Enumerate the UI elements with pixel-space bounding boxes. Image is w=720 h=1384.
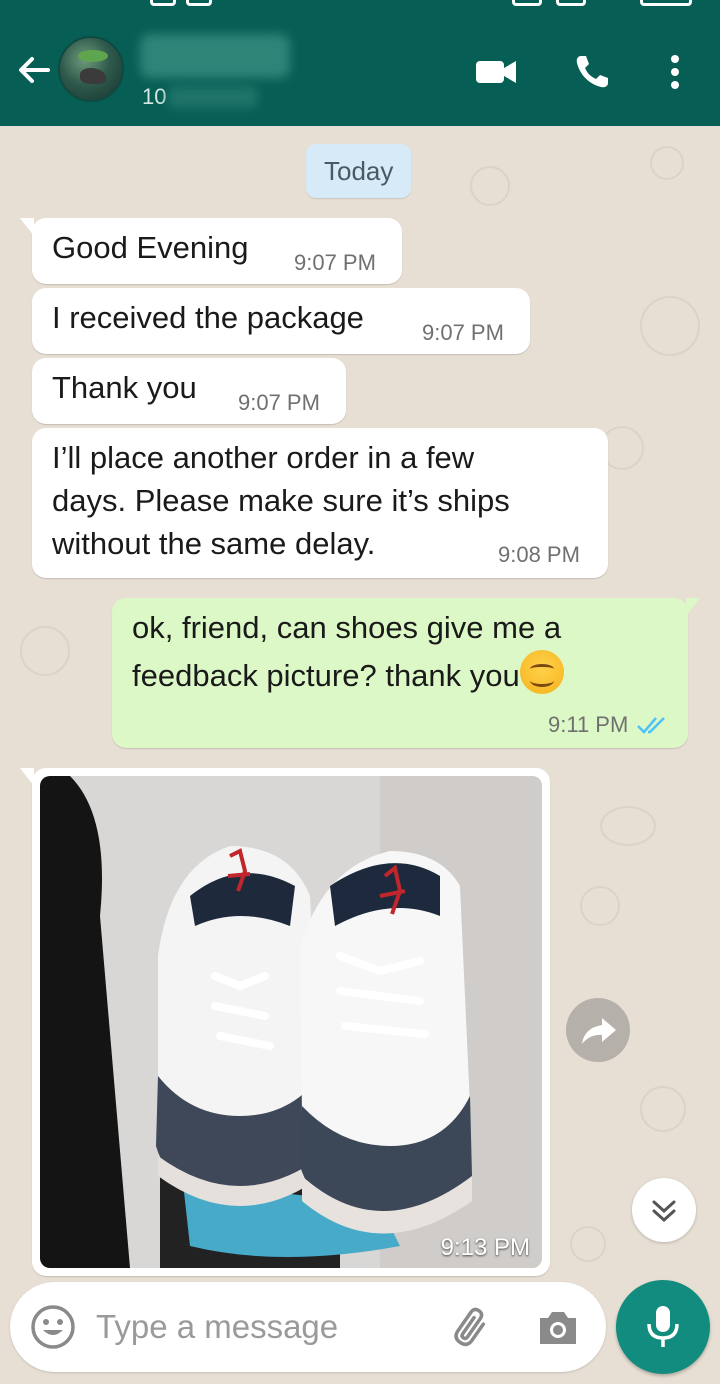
microphone-icon [647, 1306, 679, 1347]
incoming-message[interactable]: Thank you 9:07 PM [32, 358, 346, 424]
chat-area[interactable]: Today Good Evening 9:07 PM I received th… [0, 126, 720, 1384]
message-input[interactable] [96, 1300, 436, 1354]
smiling-face-emoji [519, 650, 564, 694]
wallpaper-doodle [470, 166, 510, 206]
contact-subtitle: 10 [142, 84, 167, 109]
emoji-icon[interactable] [30, 1304, 76, 1350]
voice-call-icon[interactable] [570, 52, 614, 92]
message-time: 9:07 PM [294, 250, 376, 275]
wifi-icon [512, 0, 542, 6]
message-time: 9:11 PM [548, 712, 629, 737]
contact-avatar[interactable] [58, 36, 124, 102]
chat-header: 10 [0, 14, 720, 126]
message-time: 9:08 PM [498, 542, 580, 567]
notification-icon [150, 0, 176, 6]
status-bar [0, 0, 720, 14]
wallpaper-doodle [640, 296, 700, 356]
message-time: 9:07 PM [422, 320, 504, 345]
incoming-message[interactable]: Good Evening 9:07 PM [20, 218, 402, 284]
message-text-line: days. Please make sure it’s ships [52, 483, 510, 518]
wallpaper-doodle [570, 1226, 606, 1262]
contact-name-redacted[interactable] [140, 34, 290, 78]
message-text-line: feedback picture? thank you [132, 650, 564, 697]
message-text-line: ok, friend, can shoes give me a [132, 610, 562, 645]
forward-button[interactable] [566, 998, 630, 1062]
voice-message-button[interactable] [616, 1280, 710, 1374]
incoming-image-message[interactable]: 9:13 PM [20, 768, 550, 1276]
wallpaper-doodle [640, 1086, 686, 1132]
wallpaper-doodle [600, 806, 656, 846]
message-time: 9:13 PM [440, 1234, 530, 1261]
outgoing-message[interactable]: ok, friend, can shoes give me a feedback… [112, 598, 700, 748]
camera-icon[interactable] [536, 1306, 580, 1350]
sneakers-image [40, 776, 542, 1268]
message-composer [10, 1282, 606, 1372]
wallpaper-doodle [20, 626, 70, 676]
more-options-icon[interactable] [660, 52, 690, 92]
back-arrow-icon[interactable] [14, 50, 54, 90]
contact-subtitle-redacted [168, 86, 258, 108]
message-text: I received the package [52, 300, 364, 335]
message-text-line: I’ll place another order in a few [52, 440, 475, 475]
shoe-photo[interactable]: 9:13 PM [40, 776, 542, 1268]
scroll-to-bottom-button[interactable] [632, 1178, 696, 1242]
wallpaper-doodle [580, 886, 620, 926]
signal-icon [556, 0, 586, 6]
read-receipt-icon [637, 717, 665, 734]
message-time: 9:07 PM [238, 390, 320, 415]
double-chevron-down-icon [652, 1200, 676, 1223]
forward-icon [582, 1018, 616, 1044]
message-text: Thank you [52, 370, 197, 405]
video-call-icon[interactable] [474, 52, 518, 92]
incoming-message[interactable]: I received the package 9:07 PM [32, 288, 530, 354]
message-text-line: without the same delay. [52, 526, 376, 561]
incoming-message[interactable]: I’ll place another order in a few days. … [32, 428, 608, 578]
message-text: Good Evening [52, 230, 249, 265]
wallpaper-doodle [650, 146, 684, 180]
notification-icon [186, 0, 212, 6]
date-divider: Today [306, 144, 412, 198]
paperclip-icon[interactable] [448, 1304, 498, 1354]
battery-icon [640, 0, 692, 6]
